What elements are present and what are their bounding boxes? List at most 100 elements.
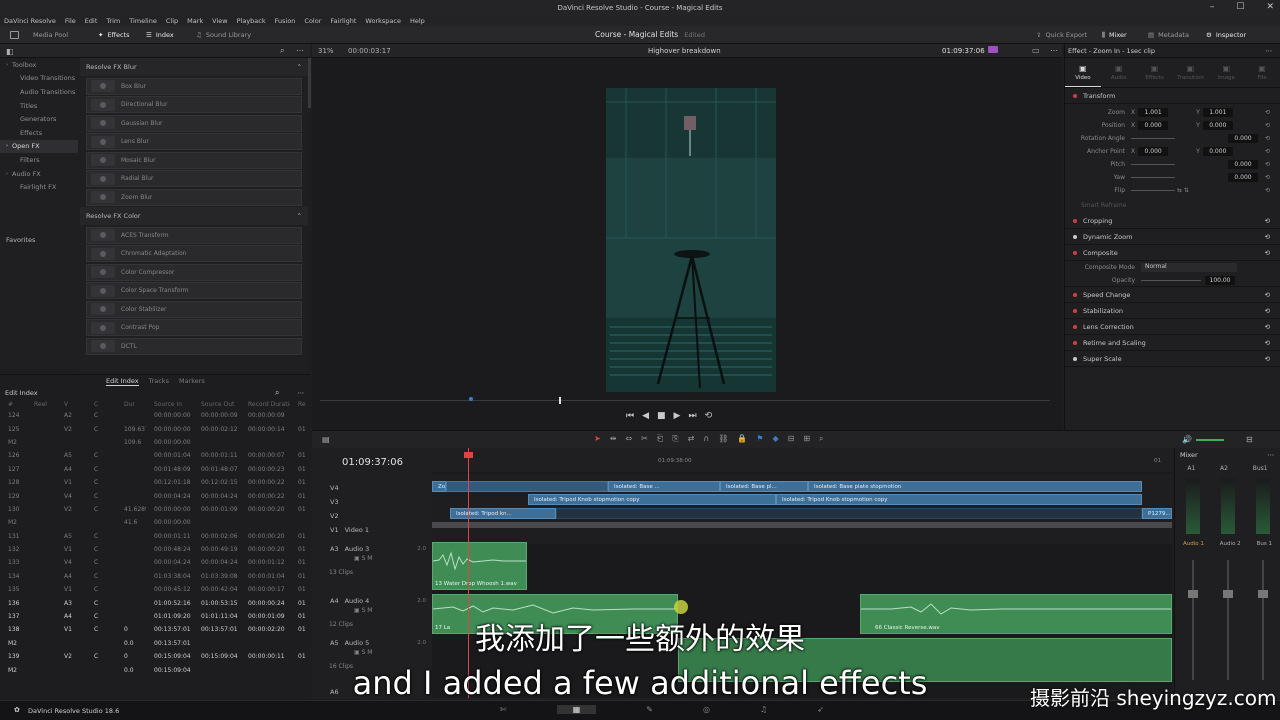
fx-item[interactable]: Directional Blur [86, 96, 302, 113]
menu-item[interactable]: Trim [106, 17, 120, 25]
fusion-page-icon[interactable]: ✎ [646, 705, 653, 714]
volume-icon[interactable]: 🔊 [1182, 435, 1192, 444]
loop-icon[interactable]: ⟲ [705, 411, 713, 421]
stop-icon[interactable]: ■ [657, 411, 666, 421]
minimize-icon[interactable]: – [1210, 2, 1215, 12]
column-header[interactable]: Re [290, 399, 310, 409]
reset-icon[interactable]: ⟲ [1265, 122, 1270, 129]
search-icon[interactable]: ⌕ [280, 46, 284, 56]
tab-effects[interactable]: ▣ Effects [1137, 58, 1173, 87]
panel-toggle-icon[interactable]: ◧ [6, 47, 14, 56]
deliver-page-icon[interactable]: ➶ [817, 705, 824, 714]
reset-icon[interactable]: ⟲ [1265, 291, 1270, 299]
video-clip[interactable] [446, 481, 608, 492]
fx-item[interactable]: Contrast Pop [86, 319, 302, 336]
timeline-layout-icon[interactable]: ▤ [322, 435, 330, 444]
fx-item[interactable]: Color Space Transform [86, 282, 302, 299]
blade-tool-icon[interactable]: ✂ [641, 434, 648, 444]
collapse-icon[interactable]: ⌃ [297, 63, 302, 71]
reset-icon[interactable]: ⟲ [1265, 307, 1270, 315]
video-clip[interactable]: Isolated: Tripod Knob stopmotion copy [776, 494, 1142, 505]
timeline-name[interactable]: Highover breakdown [648, 47, 721, 55]
menu-item[interactable]: Timeline [129, 17, 157, 25]
opacity-slider[interactable] [1141, 279, 1201, 281]
quick-export-button[interactable]: ⇪ Quick Export [1036, 29, 1087, 41]
enable-dot-icon[interactable] [1073, 340, 1077, 345]
table-row[interactable]: 135 V1 C 00:00:45:12 00:00:42:04 00:00:00:17 0… [0, 583, 310, 596]
table-row[interactable]: 127 A4 C 00:01:48:09 00:01:48:07 00:00:00:23 0… [0, 463, 310, 476]
reset-icon[interactable]: ⟲ [1265, 135, 1270, 142]
video-clip[interactable]: Isolated: Tripod Knob stopmotion copy [528, 494, 776, 505]
video-clip[interactable] [556, 508, 1142, 519]
menu-item[interactable]: Edit [85, 17, 98, 25]
more-options-icon[interactable]: ⋯ [296, 46, 304, 55]
param-x-value[interactable]: 0.000 [1138, 121, 1169, 130]
table-row[interactable]: 125 V2 C 109.637 00:00:00:00 00:00:02:12 00:00… [0, 422, 310, 435]
tree-item[interactable]: Generators [0, 112, 78, 126]
tab-file[interactable]: ▣ File [1244, 58, 1280, 87]
video-clip[interactable]: P1279... [1142, 508, 1172, 519]
menu-item[interactable]: DaVinci Resolve [4, 17, 56, 25]
param-x-value[interactable]: 1.001 [1138, 108, 1169, 117]
table-row[interactable]: 130 V2 C 41.6289 00:00:00:00 00:00:01:09 00:00… [0, 503, 310, 516]
param-x-value[interactable]: 0.000 [1138, 147, 1169, 156]
enable-dot-icon[interactable] [1073, 292, 1077, 297]
table-row[interactable]: 131 A5 C 00:00:01:11 00:00:02:06 00:00:00:20 0… [0, 530, 310, 543]
volume-slider[interactable] [1196, 439, 1224, 441]
video-clip[interactable]: Isolated: Base plate stopmotion [808, 481, 1142, 492]
opacity-value[interactable]: 100.00 [1205, 275, 1235, 285]
flag-icon[interactable]: ⚑ [756, 434, 763, 444]
transform-section[interactable]: Transform [1065, 88, 1280, 104]
fx-item[interactable]: Color Compressor [86, 263, 302, 281]
param-y-value[interactable]: 0.000 [1228, 160, 1258, 169]
timeline-ruler[interactable]: 01:09:38:00 01 [432, 448, 1172, 472]
fx-item[interactable]: Radial Blur [86, 170, 302, 187]
table-row[interactable]: 133 V4 C 00:00:04:24 00:00:04:24 00:00:01:12 0… [0, 556, 310, 569]
fx-item[interactable]: ACES Transform [86, 226, 302, 244]
table-row[interactable]: M2 109.6 00:00:00:00 [0, 436, 310, 449]
lock-icon[interactable]: 🔒 [737, 434, 747, 444]
enable-dot-icon[interactable] [1073, 308, 1077, 313]
fx-item[interactable]: Chromatic Adaptation [86, 245, 302, 262]
reset-icon[interactable]: ⟲ [1265, 109, 1270, 116]
maximize-icon[interactable]: ☐ [1236, 2, 1244, 12]
inspector-section[interactable]: Lens Correction ⟲ [1065, 319, 1280, 335]
mixer-button[interactable]: ⫼ Mixer [1102, 29, 1127, 41]
tab-transition[interactable]: ▣ Transition [1172, 58, 1208, 87]
track-controls[interactable]: ▣ S M [354, 555, 372, 562]
go-to-start-icon[interactable]: ⏮ [626, 411, 634, 421]
inspector-section[interactable]: Dynamic Zoom ⟲ [1065, 229, 1280, 245]
more-options-icon[interactable]: ⋯ [1050, 46, 1058, 55]
enable-dot-icon[interactable] [1073, 250, 1077, 255]
fx-item[interactable]: Color Stabilizer [86, 300, 302, 318]
trim-tool-icon[interactable]: ⇹ [610, 434, 617, 444]
tab-tracks[interactable]: Tracks [149, 377, 169, 385]
playhead-handle[interactable] [464, 452, 473, 458]
timeline-tracks[interactable]: 01:09:38:00 01 Zo... Isolated: Base ... … [432, 448, 1172, 698]
fx-item[interactable]: Box Blur [86, 77, 302, 95]
close-icon[interactable]: ✕ [1266, 2, 1274, 12]
param-y-value[interactable]: 0.000 [1202, 147, 1233, 156]
tree-item[interactable]: › Audio FX [0, 167, 78, 181]
timeline-options-icon[interactable]: ⊟ [1246, 435, 1253, 444]
inspector-section[interactable]: Cropping ⟲ [1065, 213, 1280, 229]
menu-item[interactable]: File [65, 17, 76, 25]
zoom-detail-icon[interactable]: ⊞ [803, 434, 810, 444]
video-clip[interactable]: Zo... [432, 481, 446, 492]
fx-item[interactable]: Mosaic Blur [86, 151, 302, 169]
reset-icon[interactable]: ⟲ [1265, 323, 1270, 331]
tab-image[interactable]: ▣ Image [1208, 58, 1244, 87]
param-y-value[interactable]: 0.000 [1228, 173, 1258, 182]
track-header[interactable]: A4 Audio 4 2.0 [312, 595, 432, 607]
track-header[interactable]: A3 Audio 3 2.0 [312, 543, 432, 555]
tab-markers[interactable]: Markers [179, 377, 205, 385]
inspector-section[interactable]: Stabilization ⟲ [1065, 303, 1280, 319]
table-row[interactable]: 132 V1 C 00:00:48:24 00:00:49:19 00:00:00:20 0… [0, 543, 310, 556]
effects-button[interactable]: ✦ Effects [98, 29, 130, 41]
video-1-track-clips[interactable] [432, 522, 1172, 528]
tree-item[interactable]: Titles [0, 99, 78, 113]
menu-item[interactable]: Help [410, 17, 425, 25]
reset-icon[interactable]: ⟲ [1265, 355, 1270, 363]
track-header[interactable]: V4 [312, 482, 432, 494]
viewer-options-icon[interactable] [988, 46, 998, 53]
